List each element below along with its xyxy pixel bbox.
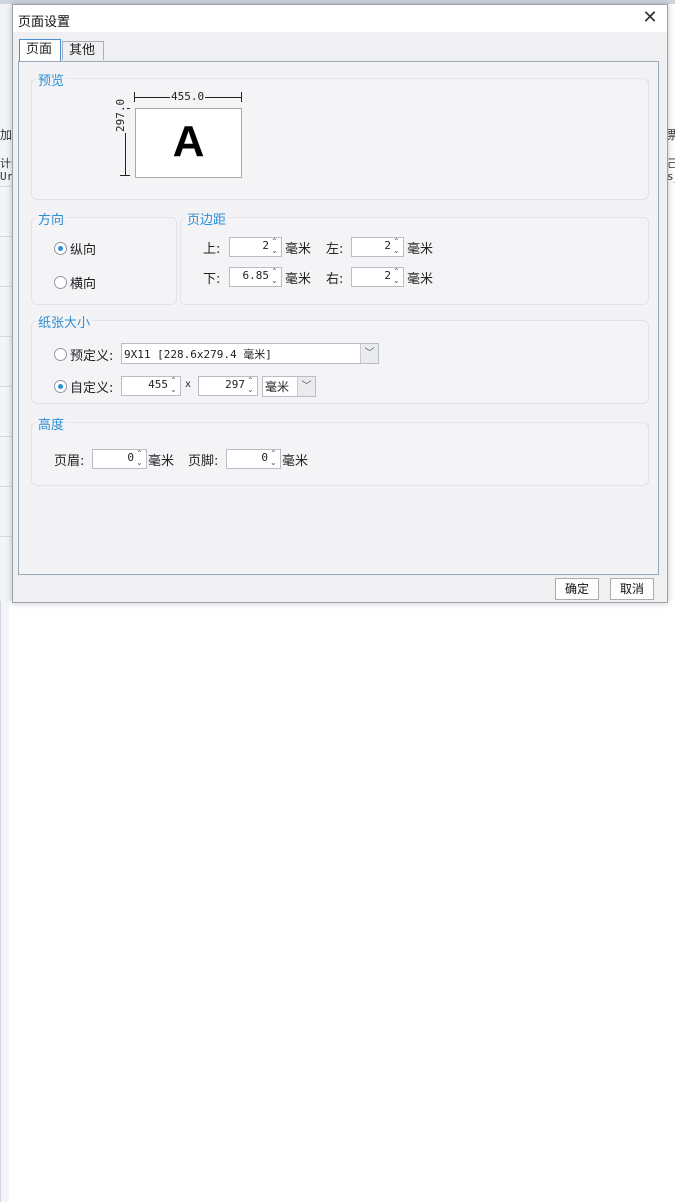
chevron-down-icon[interactable]: ﹀ <box>297 377 315 396</box>
preview-group-title: 预览 <box>36 70 67 89</box>
tab-other[interactable]: 其他 <box>62 41 104 60</box>
footer-unit: 毫米 <box>282 454 309 469</box>
chevron-down-icon[interactable]: ⌄ <box>270 459 277 467</box>
portrait-label[interactable]: 纵向 <box>70 239 96 258</box>
preset-label[interactable]: 预定义: <box>70 345 113 364</box>
margin-top-unit: 毫米 <box>285 242 312 257</box>
orientation-group: 方向 纵向 横向 <box>31 209 177 305</box>
chevron-up-icon[interactable]: ⌃ <box>170 377 177 385</box>
preset-paper-value: 9X11 [228.6x279.4 毫米] <box>124 348 272 361</box>
preview-width-label: 455.0 <box>170 90 206 103</box>
margin-bottom-unit: 毫米 <box>285 272 312 287</box>
tab-panel-page: 预览 455.0 297.0 A 方向 纵向 横向 页边距 上: 2 ⌃ ⌄ 毫… <box>18 61 659 575</box>
margin-right-value: 2 <box>384 269 391 282</box>
margin-left-label: 左: <box>326 242 344 257</box>
cancel-button[interactable]: 取消 <box>610 578 654 600</box>
dimension-tick <box>120 175 130 176</box>
height-group: 高度 页眉: 0 ⌃ ⌄ 毫米 页脚: 0 ⌃ ⌄ 毫米 <box>31 414 649 486</box>
header-value: 0 <box>127 451 134 464</box>
margin-right-label: 右: <box>326 272 344 287</box>
margin-top-stepper[interactable]: 2 ⌃ ⌄ <box>229 237 282 257</box>
ok-button[interactable]: 确定 <box>555 578 599 600</box>
custom-width-stepper[interactable]: 455 ⌃ ⌄ <box>121 376 181 396</box>
margin-right-stepper[interactable]: 2 ⌃ ⌄ <box>351 267 404 287</box>
paper-size-group: 纸张大小 预定义: 9X11 [228.6x279.4 毫米] ﹀ 自定义: 4… <box>31 312 649 404</box>
chevron-down-icon[interactable]: ⌄ <box>271 277 278 285</box>
chevron-down-icon[interactable]: ⌄ <box>170 386 177 394</box>
chevron-down-icon[interactable]: ⌄ <box>247 386 254 394</box>
header-stepper[interactable]: 0 ⌃ ⌄ <box>92 449 147 469</box>
chevron-up-icon[interactable]: ⌃ <box>393 268 400 276</box>
preset-paper-select[interactable]: 9X11 [228.6x279.4 毫米] ﹀ <box>121 343 379 364</box>
margin-left-stepper[interactable]: 2 ⌃ ⌄ <box>351 237 404 257</box>
dimension-tick <box>241 92 242 102</box>
margins-group: 页边距 上: 2 ⌃ ⌄ 毫米 左: 2 ⌃ ⌄ 毫米 下: 6.85 ⌃ ⌄ 毫米 … <box>180 209 649 305</box>
chevron-up-icon[interactable]: ⌃ <box>270 450 277 458</box>
paper-size-group-title: 纸张大小 <box>36 312 93 331</box>
margin-top-label: 上: <box>203 242 221 257</box>
chevron-down-icon[interactable]: ⌄ <box>393 277 400 285</box>
chevron-down-icon[interactable]: ⌄ <box>136 459 143 467</box>
background-text: 加 <box>0 128 13 142</box>
chevron-up-icon[interactable]: ⌃ <box>393 238 400 246</box>
background-text: 己 <box>667 157 675 170</box>
margins-group-title: 页边距 <box>185 209 229 228</box>
custom-height-value: 297 <box>225 378 245 391</box>
landscape-label[interactable]: 横向 <box>70 273 96 292</box>
chevron-up-icon[interactable]: ⌃ <box>136 450 143 458</box>
paper-preview: A <box>135 108 242 178</box>
size-separator: x <box>185 379 192 390</box>
footer-stepper[interactable]: 0 ⌃ ⌄ <box>226 449 281 469</box>
background-right-panel <box>0 601 9 1202</box>
chevron-up-icon[interactable]: ⌃ <box>271 238 278 246</box>
custom-height-stepper[interactable]: 297 ⌃ ⌄ <box>198 376 258 396</box>
margin-right-unit: 毫米 <box>407 272 434 287</box>
orientation-group-title: 方向 <box>36 209 67 228</box>
background-text: 票 <box>667 128 675 142</box>
chevron-up-icon[interactable]: ⌃ <box>271 268 278 276</box>
margin-bottom-value: 6.85 <box>242 269 270 282</box>
margin-left-unit: 毫米 <box>407 242 434 257</box>
margin-bottom-label: 下: <box>203 272 221 287</box>
custom-radio[interactable] <box>54 380 67 393</box>
unit-select-value: 毫米 <box>265 380 290 394</box>
chevron-up-icon[interactable]: ⌃ <box>247 377 254 385</box>
margin-bottom-stepper[interactable]: 6.85 ⌃ ⌄ <box>229 267 282 287</box>
chevron-down-icon[interactable]: ⌄ <box>393 247 400 255</box>
landscape-radio[interactable] <box>54 276 67 289</box>
preview-group: 预览 455.0 297.0 A <box>31 70 649 200</box>
header-label: 页眉: <box>54 454 85 469</box>
margin-top-value: 2 <box>262 239 269 252</box>
custom-label[interactable]: 自定义: <box>70 377 113 396</box>
custom-width-value: 455 <box>148 378 168 391</box>
preset-radio[interactable] <box>54 348 67 361</box>
footer-label: 页脚: <box>188 454 219 469</box>
chevron-down-icon[interactable]: ﹀ <box>360 344 378 363</box>
margin-left-value: 2 <box>384 239 391 252</box>
close-icon[interactable]: ✕ <box>639 7 661 29</box>
portrait-radio[interactable] <box>54 242 67 255</box>
footer-value: 0 <box>261 451 268 464</box>
page-setup-dialog: 页面设置 ✕ 页面 其他 预览 455.0 297.0 A 方向 纵向 横向 页… <box>12 4 668 603</box>
height-group-title: 高度 <box>36 414 67 433</box>
unit-select[interactable]: 毫米 ﹀ <box>262 376 316 397</box>
background-text: s_ <box>667 170 675 183</box>
dialog-title: 页面设置 <box>18 15 71 30</box>
header-unit: 毫米 <box>148 454 175 469</box>
preview-letter: A <box>172 117 205 166</box>
preview-height-label: 297.0 <box>114 97 127 133</box>
tab-page[interactable]: 页面 <box>19 39 61 62</box>
chevron-down-icon[interactable]: ⌄ <box>271 247 278 255</box>
dialog-titlebar[interactable]: 页面设置 ✕ <box>13 5 667 32</box>
